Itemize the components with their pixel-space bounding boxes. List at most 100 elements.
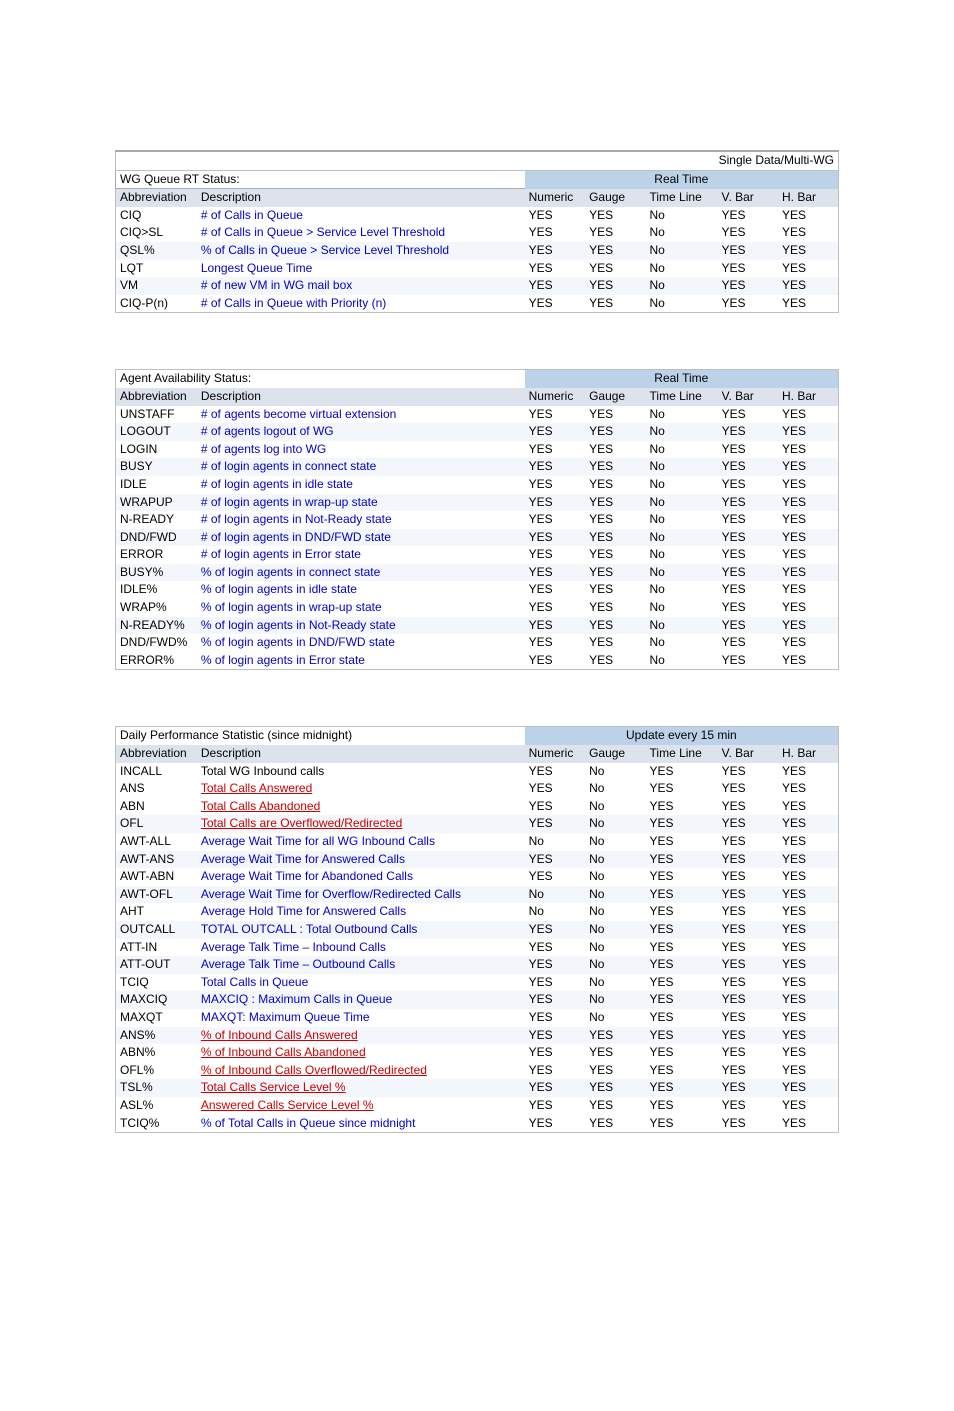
- daily-value: YES: [646, 1062, 718, 1080]
- table-row: ABNTotal Calls AbandonedYESNoYESYESYES: [116, 798, 839, 816]
- agent-value: YES: [778, 476, 839, 494]
- table-row: ANS%% of Inbound Calls AnsweredYESYESYES…: [116, 1027, 839, 1045]
- daily-value: No: [585, 974, 645, 992]
- table-row: ERROR# of login agents in Error stateYES…: [116, 546, 839, 564]
- daily-value: YES: [718, 815, 778, 833]
- daily-value: YES: [525, 1062, 585, 1080]
- agent-value: No: [646, 599, 718, 617]
- daily-value: No: [525, 833, 585, 851]
- agent-value: YES: [718, 617, 778, 635]
- table2-group-header: Real Time: [525, 370, 839, 388]
- daily-value: YES: [525, 974, 585, 992]
- agent-abbr: N-READY: [116, 511, 197, 529]
- daily-desc: Total Calls Service Level %: [197, 1079, 525, 1097]
- daily-value: YES: [646, 1079, 718, 1097]
- daily-value: No: [585, 991, 645, 1009]
- agent-value: YES: [778, 599, 839, 617]
- agent-value: YES: [778, 494, 839, 512]
- table-row: UNSTAFF# of agents become virtual extens…: [116, 406, 839, 424]
- daily-value: YES: [525, 851, 585, 869]
- table-row: CIQ-P(n)# of Calls in Queue with Priorit…: [116, 295, 839, 313]
- wg-queue-value: No: [646, 277, 718, 295]
- agent-value: No: [646, 423, 718, 441]
- daily-value: YES: [718, 1009, 778, 1027]
- table-row: CIQ# of Calls in QueueYESYESNoYESYES: [116, 207, 839, 225]
- wg-queue-col-header: Numeric: [525, 189, 585, 207]
- table-row: TSL%Total Calls Service Level %YESYESYES…: [116, 1079, 839, 1097]
- agent-col-header: Numeric: [525, 388, 585, 406]
- table-row: LOGOUT# of agents logout of WGYESYESNoYE…: [116, 423, 839, 441]
- agent-value: YES: [718, 652, 778, 670]
- daily-value: YES: [646, 851, 718, 869]
- daily-value: YES: [525, 956, 585, 974]
- daily-abbr: ANS%: [116, 1027, 197, 1045]
- daily-col-header: Abbreviation: [116, 745, 197, 763]
- daily-value: YES: [718, 833, 778, 851]
- wg-queue-value: YES: [585, 277, 645, 295]
- wg-queue-value: YES: [778, 207, 839, 225]
- agent-desc: # of login agents in wrap-up state: [197, 494, 525, 512]
- daily-value: No: [585, 921, 645, 939]
- agent-value: YES: [525, 546, 585, 564]
- daily-value: No: [585, 815, 645, 833]
- table3-group-header: Update every 15 min: [525, 727, 839, 745]
- wg-queue-value: YES: [778, 260, 839, 278]
- daily-value: YES: [646, 956, 718, 974]
- wg-queue-value: YES: [585, 260, 645, 278]
- daily-value: No: [585, 763, 645, 781]
- agent-value: YES: [718, 529, 778, 547]
- daily-abbr: OUTCALL: [116, 921, 197, 939]
- daily-abbr: MAXCIQ: [116, 991, 197, 1009]
- wg-queue-desc: # of Calls in Queue > Service Level Thre…: [197, 224, 525, 242]
- agent-value: No: [646, 494, 718, 512]
- daily-value: YES: [778, 886, 838, 904]
- daily-value: YES: [778, 868, 838, 886]
- wg-queue-desc: % of Calls in Queue > Service Level Thre…: [197, 242, 525, 260]
- agent-value: YES: [778, 617, 839, 635]
- agent-abbr: WRAP%: [116, 599, 197, 617]
- daily-desc: TOTAL OUTCALL : Total Outbound Calls: [197, 921, 525, 939]
- topbar-right-text: Single Data/Multi-WG: [525, 151, 839, 170]
- table-row: ATT-OUTAverage Talk Time – Outbound Call…: [116, 956, 839, 974]
- daily-value: YES: [718, 1044, 778, 1062]
- agent-value: YES: [778, 546, 839, 564]
- daily-col-header: H. Bar: [778, 745, 838, 763]
- table-row: TCIQTotal Calls in QueueYESNoYESYESYES: [116, 974, 839, 992]
- daily-value: YES: [718, 939, 778, 957]
- wg-queue-value: YES: [585, 224, 645, 242]
- agent-value: YES: [778, 406, 839, 424]
- daily-value: YES: [718, 886, 778, 904]
- daily-value: YES: [585, 1079, 645, 1097]
- agent-value: YES: [585, 458, 645, 476]
- agent-abbr: ERROR: [116, 546, 197, 564]
- agent-value: YES: [585, 423, 645, 441]
- table-row: OFLTotal Calls are Overflowed/Redirected…: [116, 815, 839, 833]
- daily-desc: % of Inbound Calls Answered: [197, 1027, 525, 1045]
- daily-abbr: ANS: [116, 780, 197, 798]
- wg-queue-value: YES: [525, 295, 585, 313]
- daily-value: No: [585, 903, 645, 921]
- daily-abbr: AWT-OFL: [116, 886, 197, 904]
- daily-value: No: [585, 833, 645, 851]
- agent-desc: % of login agents in Error state: [197, 652, 525, 670]
- agent-value: YES: [585, 406, 645, 424]
- daily-abbr: AWT-ABN: [116, 868, 197, 886]
- daily-col-header: V. Bar: [718, 745, 778, 763]
- wg-queue-col-header: Description: [197, 189, 525, 207]
- agent-desc: % of login agents in Not-Ready state: [197, 617, 525, 635]
- daily-value: YES: [718, 921, 778, 939]
- agent-value: YES: [778, 581, 839, 599]
- daily-value: No: [525, 886, 585, 904]
- daily-value: YES: [778, 1009, 838, 1027]
- daily-value: No: [585, 939, 645, 957]
- wg-queue-value: YES: [778, 295, 839, 313]
- daily-abbr: OFL%: [116, 1062, 197, 1080]
- agent-col-header: H. Bar: [778, 388, 839, 406]
- daily-value: YES: [718, 991, 778, 1009]
- wg-queue-value: YES: [585, 242, 645, 260]
- daily-value: YES: [646, 1027, 718, 1045]
- daily-value: YES: [778, 815, 838, 833]
- daily-value: YES: [718, 903, 778, 921]
- agent-abbr: DND/FWD%: [116, 634, 197, 652]
- daily-desc: Total Calls Answered: [197, 780, 525, 798]
